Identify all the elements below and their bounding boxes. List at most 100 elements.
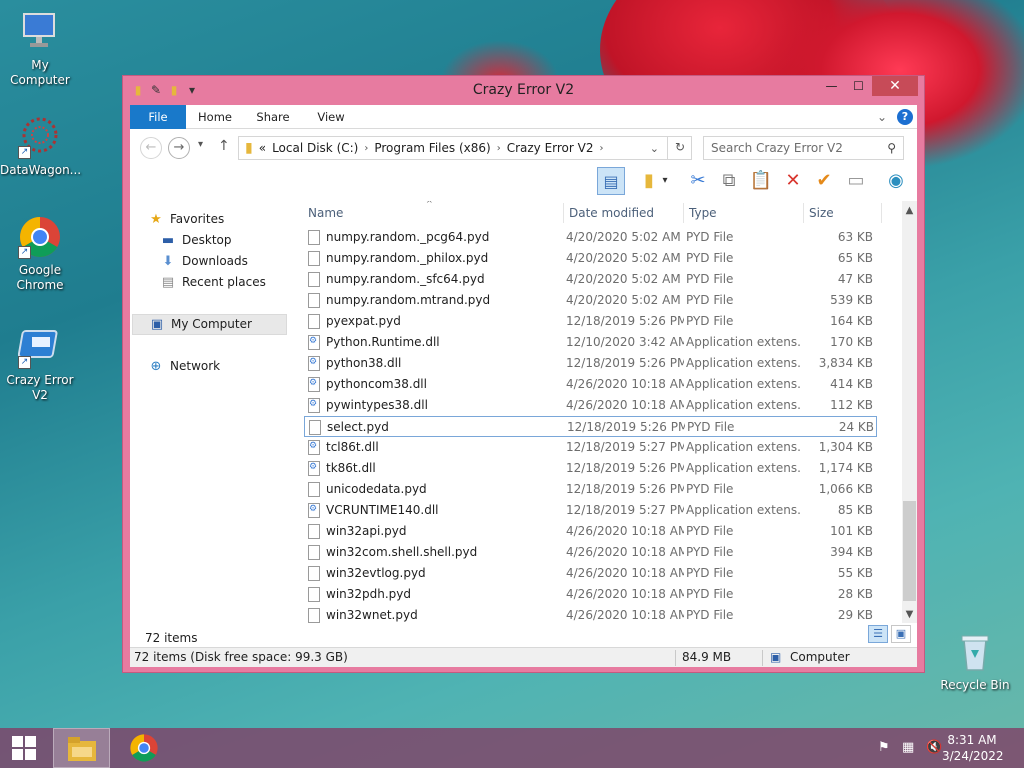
tab-file[interactable]: File (130, 105, 186, 129)
address-overflow[interactable]: « (259, 141, 266, 155)
close-button[interactable]: ✕ (872, 76, 918, 96)
desktop-icon-label: DataWagon... (0, 163, 82, 177)
file-row[interactable]: unicodedata.pyd 12/18/2019 5:26 PM PYD Fil… (304, 479, 877, 500)
tab-view[interactable]: View (308, 105, 354, 129)
nav-recent-places[interactable]: ▤ Recent places (160, 272, 266, 293)
action-center-flag-icon[interactable]: ⚑ (878, 740, 890, 755)
file-row[interactable]: VCRUNTIME140.dll 12/18/2019 5:27 PMApplic… (304, 500, 877, 521)
title-bar[interactable]: ▮ ✎ ▮ ▾ Crazy Error V2 — ☐ ✕ (123, 76, 924, 105)
column-header-name[interactable]: Name (308, 201, 558, 225)
desktop-icon-label: Crazy Error V2 (6, 373, 74, 402)
cut-icon[interactable]: ✂ (684, 167, 712, 195)
nav-desktop[interactable]: ▬ Desktop (160, 230, 232, 251)
scroll-down-icon[interactable]: ▼ (902, 607, 917, 622)
breadcrumb-crazy-error[interactable]: Crazy Error V2 (507, 141, 594, 155)
column-header-size[interactable]: Size (809, 201, 879, 225)
breadcrumb-program-files[interactable]: Program Files (x86) (374, 141, 490, 155)
desktop-icon-my-computer[interactable]: My Computer (0, 10, 80, 88)
paste-icon[interactable]: 📋 (747, 167, 775, 195)
taskbar-clock[interactable]: 8:31 AM 3/24/2022 (942, 732, 1004, 764)
file-row[interactable]: numpy.random.mtrand.pyd 4/20/2020 5:02 AM… (304, 290, 877, 311)
file-row[interactable]: python38.dll 12/18/2019 5:26 PMApplicatio… (304, 353, 877, 374)
file-row[interactable]: win32evtlog.pyd 4/26/2020 10:18 AM PYD Fil… (304, 563, 877, 584)
file-type: Application extens... (686, 377, 801, 391)
file-row[interactable]: select.pyd 12/18/2019 5:26 PM PYD File 24 K… (304, 416, 877, 437)
scrollbar-thumb[interactable] (903, 501, 916, 601)
recent-locations-chevron-icon[interactable]: ▾ (198, 139, 203, 150)
chevron-down-icon[interactable]: ⌄ (877, 110, 887, 124)
folder-options-chevron-icon[interactable]: ▾ (658, 167, 672, 195)
window-client: File Home Share View ⌄ ? ← → ▾ ↑ ▮ « Loc… (130, 105, 917, 666)
file-date-modified: 4/26/2020 10:18 AM (566, 587, 684, 601)
file-icon (308, 293, 320, 308)
file-row[interactable]: win32pdh.pyd 4/26/2020 10:18 AM PYD File 28… (304, 584, 877, 605)
breadcrumb-separator-icon[interactable]: › (599, 143, 603, 154)
desktop-icon-recycle-bin[interactable]: Recycle Bin (935, 630, 1015, 693)
copy-icon[interactable]: ⧉ (715, 167, 743, 195)
address-row: ← → ▾ ↑ ▮ « Local Disk (C:) › Program Fi… (130, 133, 917, 163)
file-row[interactable]: numpy.random._pcg64.pyd 4/20/2020 5:02 AM… (304, 227, 877, 248)
file-row[interactable]: win32com.shell.shell.pyd 4/26/2020 10:18 … (304, 542, 877, 563)
file-row[interactable]: win32api.pyd 4/26/2020 10:18 AM PYD File 10… (304, 521, 877, 542)
nav-favorites[interactable]: ★ Favorites (148, 209, 224, 230)
desktop-icon-datawagon[interactable]: ↗ DataWagon... (0, 115, 82, 178)
file-row[interactable]: numpy.random._philox.pyd 4/20/2020 5:02 A… (304, 248, 877, 269)
nav-label: Downloads (182, 254, 248, 268)
network-globe-icon[interactable]: ◉ (882, 167, 910, 195)
check-icon[interactable]: ✔ (810, 167, 838, 195)
taskbar-google-chrome[interactable] (115, 728, 172, 768)
preview-pane-icon[interactable]: ▤ (597, 167, 625, 195)
tab-home[interactable]: Home (192, 105, 238, 129)
file-size: 28 KB (837, 587, 873, 601)
maximize-button[interactable]: ☐ (845, 76, 872, 96)
desktop-icon-crazy-error[interactable]: ↗ Crazy Error V2 (0, 325, 80, 403)
file-row[interactable]: pythoncom38.dll 4/26/2020 10:18 AMApplica… (304, 374, 877, 395)
column-header-type[interactable]: Type (689, 201, 799, 225)
file-size: 63 KB (837, 230, 873, 244)
file-name: numpy.random._sfc64.pyd (326, 272, 485, 286)
address-bar[interactable]: ▮ « Local Disk (C:) › Program Files (x86… (238, 136, 692, 160)
nav-downloads[interactable]: ⬇ Downloads (160, 251, 248, 272)
nav-network[interactable]: ⊕ Network (148, 356, 221, 377)
file-icon (309, 420, 321, 435)
forward-button[interactable]: → (168, 137, 190, 159)
up-arrow-icon[interactable]: ↑ (218, 138, 230, 154)
file-row[interactable]: win32wnet.pyd 4/26/2020 10:18 AM PYD File 2… (304, 605, 877, 623)
desktop-icon-label: Google Chrome (16, 263, 64, 292)
back-button[interactable]: ← (140, 137, 162, 159)
desktop-icon-google-chrome[interactable]: ↗ Google Chrome (0, 215, 80, 293)
delete-icon[interactable]: ✕ (779, 167, 807, 195)
breadcrumb-local-disk[interactable]: Local Disk (C:) (272, 141, 358, 155)
taskbar-file-explorer[interactable] (53, 728, 110, 768)
file-date-modified: 4/26/2020 10:18 AM (566, 545, 684, 559)
minimize-button[interactable]: — (818, 76, 845, 96)
network-status-icon[interactable]: ▦ (902, 740, 914, 755)
rename-icon[interactable]: ▭ (842, 167, 870, 195)
refresh-button[interactable]: ↻ (667, 136, 692, 160)
file-row[interactable]: Python.Runtime.dll 12/10/2020 3:42 AMAppl… (304, 332, 877, 353)
breadcrumb-separator-icon[interactable]: › (497, 143, 501, 154)
file-row[interactable]: tk86t.dll 12/18/2019 5:26 PMApplication e… (304, 458, 877, 479)
file-row[interactable]: pyexpat.pyd 12/18/2019 5:26 PM PYD File 164… (304, 311, 877, 332)
file-row[interactable]: pywintypes38.dll 4/26/2020 10:18 AMApplic… (304, 395, 877, 416)
search-input[interactable]: Search Crazy Error V2 ⚲ (703, 136, 904, 160)
tab-share[interactable]: Share (248, 105, 298, 129)
start-button[interactable] (0, 728, 48, 768)
address-dropdown-chevron-icon[interactable]: ⌄ (650, 142, 659, 155)
file-name: VCRUNTIME140.dll (326, 503, 439, 517)
file-row[interactable]: numpy.random._sfc64.pyd 4/20/2020 5:02 AM… (304, 269, 877, 290)
breadcrumb-separator-icon[interactable]: › (364, 143, 368, 154)
scroll-up-icon[interactable]: ▲ (902, 203, 917, 218)
file-type: Application extens... (686, 398, 801, 412)
help-icon[interactable]: ? (897, 109, 913, 125)
details-view-icon[interactable]: ☰ (868, 625, 888, 643)
column-header-date[interactable]: Date modified (569, 201, 679, 225)
volume-muted-icon[interactable]: 🔇 (926, 740, 942, 755)
vertical-scrollbar[interactable]: ▲ ▼ (902, 201, 917, 623)
large-icons-view-icon[interactable]: ▣ (891, 625, 911, 643)
nav-my-computer[interactable]: ▣ My Computer (132, 314, 287, 335)
file-name: win32api.pyd (326, 524, 407, 538)
nav-label: My Computer (171, 317, 252, 331)
file-row[interactable]: tcl86t.dll 12/18/2019 5:27 PMApplication … (304, 437, 877, 458)
dll-file-icon (308, 356, 320, 371)
